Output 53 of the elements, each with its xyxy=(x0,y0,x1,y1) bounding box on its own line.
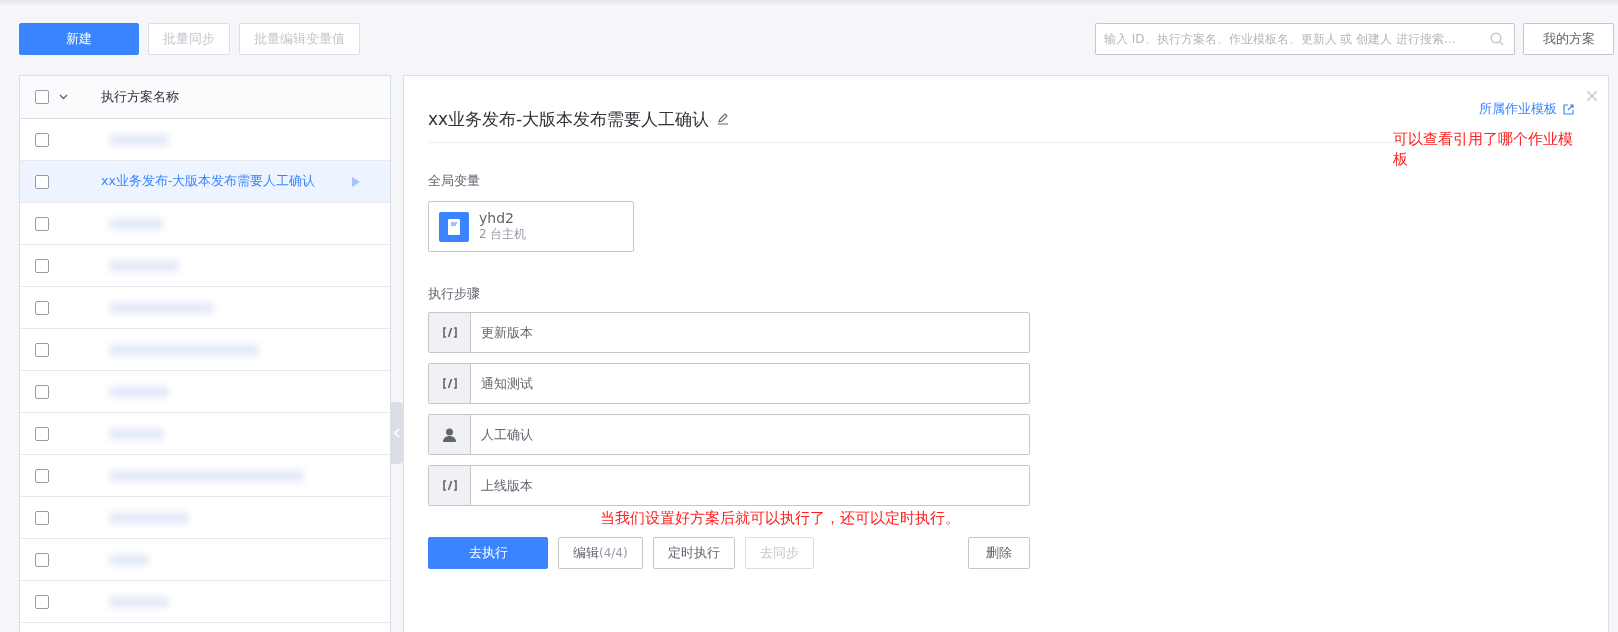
code-icon xyxy=(441,327,458,338)
toolbar-button[interactable]: 新建 xyxy=(19,23,139,55)
search-icon xyxy=(1490,32,1504,46)
section-label: 执行步骤 xyxy=(428,285,481,303)
collapse-handle[interactable] xyxy=(391,402,403,464)
chevron-left-icon xyxy=(394,428,400,438)
row-checkbox[interactable] xyxy=(35,510,49,525)
external-link-icon xyxy=(1563,103,1574,115)
step-row[interactable]: 更新版本 xyxy=(428,312,1030,353)
variable-name: yhd2 xyxy=(479,210,515,226)
step-name: 更新版本 xyxy=(481,323,533,342)
plan-name: xx业务发布-大版本发布需要人工确认 xyxy=(101,173,316,190)
action-button[interactable]: 编辑(4/4) xyxy=(558,537,643,569)
code-icon xyxy=(441,378,458,389)
step-row[interactable]: 人工确认 xyxy=(428,414,1030,455)
code-icon xyxy=(441,480,458,491)
triangle-right-icon xyxy=(352,176,360,187)
chevron-down-icon[interactable] xyxy=(59,94,68,100)
person-icon xyxy=(443,427,456,442)
step-row[interactable]: 通知测试 xyxy=(428,363,1030,404)
step-name: 上线版本 xyxy=(481,476,533,495)
delete-button[interactable]: 删除 xyxy=(968,537,1030,569)
step-name: 通知测试 xyxy=(481,374,533,393)
select-all-checkbox[interactable] xyxy=(35,90,49,104)
row-checkbox[interactable] xyxy=(35,594,49,609)
row-checkbox[interactable] xyxy=(35,216,49,231)
host-count: 2 台主机 xyxy=(479,226,527,243)
search-field[interactable]: 输入 ID、执行方案名、作业模板名、更新人 或 创建人 进行搜索... xyxy=(1095,23,1515,55)
step-row[interactable]: 上线版本 xyxy=(428,465,1030,506)
annotation-text: 当我们设置好方案后就可以执行了，还可以定时执行。 xyxy=(600,509,960,528)
document-icon xyxy=(439,211,469,242)
my-plans-button[interactable]: 我的方案 xyxy=(1523,23,1614,55)
row-checkbox[interactable] xyxy=(35,258,49,273)
pencil-icon[interactable] xyxy=(717,113,730,125)
row-checkbox[interactable] xyxy=(35,132,49,147)
close-icon[interactable] xyxy=(1586,90,1598,102)
plan-list-row[interactable]: xx业务发布-大版本发布需要人工确认 xyxy=(20,161,390,203)
row-checkbox[interactable] xyxy=(35,342,49,357)
step-name: 人工确认 xyxy=(481,425,533,444)
row-checkbox[interactable] xyxy=(35,384,49,399)
row-checkbox[interactable] xyxy=(35,174,49,189)
column-header: 执行方案名称 xyxy=(101,88,179,106)
row-checkbox[interactable] xyxy=(35,468,49,483)
row-checkbox[interactable] xyxy=(35,552,49,567)
plan-title: xx业务发布-大版本发布需要人工确认 xyxy=(428,107,710,131)
action-button[interactable]: 定时执行 xyxy=(652,537,735,569)
row-checkbox[interactable] xyxy=(35,426,49,441)
row-checkbox[interactable] xyxy=(35,300,49,315)
variable-card[interactable]: yhd2 2 台主机 xyxy=(428,201,634,252)
section-label: 全局变量 xyxy=(428,172,481,190)
action-button[interactable]: 去执行 xyxy=(428,537,548,569)
template-link[interactable]: 所属作业模板 xyxy=(1479,100,1574,118)
annotation-text: 可以查看引用了哪个作业模板 xyxy=(1393,129,1573,169)
